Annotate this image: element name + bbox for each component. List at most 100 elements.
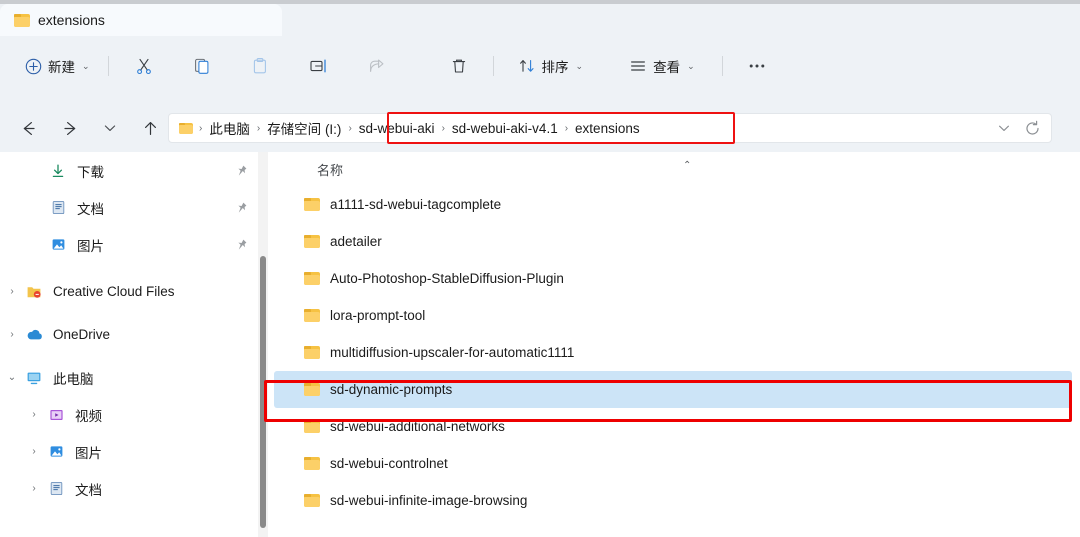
address-dropdown-button[interactable]: [996, 120, 1012, 136]
trash-icon: [450, 57, 468, 75]
breadcrumb-item-extensions[interactable]: extensions: [570, 119, 645, 138]
column-header-name[interactable]: 名称: [317, 160, 343, 179]
table-row[interactable]: adetailer: [268, 223, 1080, 260]
arrow-left-icon: [23, 121, 35, 135]
table-row[interactable]: sd-webui-additional-networks: [268, 408, 1080, 445]
creative-cloud-icon: [24, 284, 44, 299]
sort-button[interactable]: 排序 ⌄: [509, 49, 593, 83]
sort-ascending-icon: ⌃: [683, 160, 692, 171]
chevron-right-icon[interactable]: ›: [22, 409, 46, 420]
window-tab-extensions[interactable]: extensions: [0, 4, 282, 36]
chevron-down-icon: ⌄: [575, 60, 584, 71]
refresh-button[interactable]: [1024, 120, 1041, 137]
sort-arrows-icon: [518, 57, 536, 75]
table-row-selected[interactable]: sd-dynamic-prompts: [274, 371, 1072, 408]
table-row[interactable]: lora-prompt-tool: [268, 297, 1080, 334]
sidebar-item-label: Creative Cloud Files: [53, 284, 175, 299]
sidebar-item-onedrive[interactable]: › OneDrive: [0, 316, 258, 353]
sidebar-scrollbar[interactable]: [258, 152, 268, 537]
sidebar-item-documents[interactable]: 文档: [0, 189, 258, 226]
file-name: Auto-Photoshop-StableDiffusion-Plugin: [330, 271, 564, 286]
delete-button[interactable]: [441, 49, 477, 83]
navigation-sidebar: 下载 文档 图片 › Creative Cloud Files › OneDri…: [0, 152, 258, 537]
chevron-right-icon[interactable]: ›: [0, 286, 24, 297]
chevron-down-icon: [999, 125, 1009, 131]
sidebar-item-videos[interactable]: › 视频: [0, 396, 258, 433]
chevron-down-icon[interactable]: ⌄: [0, 372, 24, 383]
folder-icon: [304, 457, 320, 470]
picture-icon: [48, 237, 68, 252]
table-row[interactable]: sd-webui-controlnet: [268, 445, 1080, 482]
pin-icon[interactable]: [234, 164, 248, 178]
sidebar-item-pictures-pc[interactable]: › 图片: [0, 433, 258, 470]
document-icon: [48, 200, 68, 215]
back-button[interactable]: [12, 112, 44, 144]
chevron-right-icon[interactable]: ›: [0, 329, 24, 340]
folder-icon: [304, 346, 320, 359]
download-icon: [48, 163, 68, 179]
video-icon: [46, 408, 66, 422]
folder-icon: [304, 309, 320, 322]
file-name: sd-webui-infinite-image-browsing: [330, 493, 528, 508]
sidebar-item-this-pc[interactable]: ⌄ 此电脑: [0, 359, 258, 396]
sort-button-label: 排序: [541, 60, 569, 75]
forward-button[interactable]: [54, 112, 86, 144]
table-row[interactable]: multidiffusion-upscaler-for-automatic111…: [268, 334, 1080, 371]
arrow-up-icon: [144, 121, 156, 135]
table-row[interactable]: sd-webui-infinite-image-browsing: [268, 482, 1080, 519]
picture-icon: [46, 444, 66, 459]
folder-icon: [304, 383, 320, 396]
share-button[interactable]: [359, 49, 395, 83]
sidebar-item-creative-cloud-files[interactable]: › Creative Cloud Files: [0, 273, 258, 310]
sidebar-item-documents-pc[interactable]: › 文档: [0, 470, 258, 507]
view-button[interactable]: 查看 ⌄: [620, 49, 704, 83]
paste-button[interactable]: [242, 49, 278, 83]
folder-icon: [304, 420, 320, 433]
table-row[interactable]: a1111-sd-webui-tagcomplete: [268, 186, 1080, 223]
rename-button[interactable]: [300, 49, 337, 83]
folder-icon: [304, 235, 320, 248]
breadcrumb-item-storage[interactable]: 存储空间 (I:): [262, 116, 346, 140]
folder-icon: [14, 13, 30, 27]
cut-button[interactable]: [126, 49, 162, 83]
chevron-down-icon: [104, 125, 116, 131]
view-lines-icon: [629, 57, 647, 75]
breadcrumb-item-this-pc[interactable]: 此电脑: [204, 116, 255, 140]
table-row[interactable]: Auto-Photoshop-StableDiffusion-Plugin: [268, 260, 1080, 297]
copy-icon: [193, 57, 211, 75]
up-button[interactable]: [134, 112, 166, 144]
breadcrumb-item-sd-webui-aki[interactable]: sd-webui-aki: [354, 119, 440, 138]
copy-button[interactable]: [184, 49, 220, 83]
chevron-right-icon[interactable]: ›: [22, 446, 46, 457]
sidebar-item-label: 图片: [75, 445, 102, 461]
plus-circle-icon: [25, 58, 42, 75]
tab-title: extensions: [38, 12, 105, 28]
pin-icon[interactable]: [234, 238, 248, 252]
folder-icon: [304, 198, 320, 211]
chevron-right-icon[interactable]: ›: [22, 483, 46, 494]
address-bar[interactable]: › 此电脑 › 存储空间 (I:) › sd-webui-aki › sd-we…: [168, 113, 1052, 143]
breadcrumb-item-sd-webui-aki-v41[interactable]: sd-webui-aki-v4.1: [447, 119, 563, 138]
this-pc-icon: [24, 371, 44, 385]
pin-icon[interactable]: [234, 201, 248, 215]
paste-icon: [251, 57, 269, 75]
sidebar-item-label: 图片: [77, 238, 104, 254]
refresh-icon: [1026, 120, 1039, 135]
more-options-button[interactable]: [738, 49, 776, 83]
file-name: multidiffusion-upscaler-for-automatic111…: [330, 345, 575, 360]
onedrive-cloud-icon: [24, 328, 44, 341]
new-button-label: 新建: [48, 60, 75, 75]
new-button[interactable]: 新建 ⌄: [16, 49, 99, 83]
toolbar-divider: [107, 56, 109, 76]
recent-locations-button[interactable]: [94, 112, 126, 144]
file-name: sd-dynamic-prompts: [330, 382, 453, 397]
file-name: a1111-sd-webui-tagcomplete: [330, 197, 502, 212]
sidebar-item-pictures[interactable]: 图片: [0, 226, 258, 263]
sidebar-item-label: 文档: [75, 482, 102, 498]
sidebar-item-label: OneDrive: [53, 327, 111, 342]
sidebar-item-downloads[interactable]: 下载: [0, 152, 258, 189]
sidebar-scrollbar-thumb[interactable]: [260, 256, 266, 528]
ellipsis-icon: [747, 57, 767, 75]
file-name: lora-prompt-tool: [330, 308, 426, 323]
toolbar-divider-3: [721, 56, 723, 76]
